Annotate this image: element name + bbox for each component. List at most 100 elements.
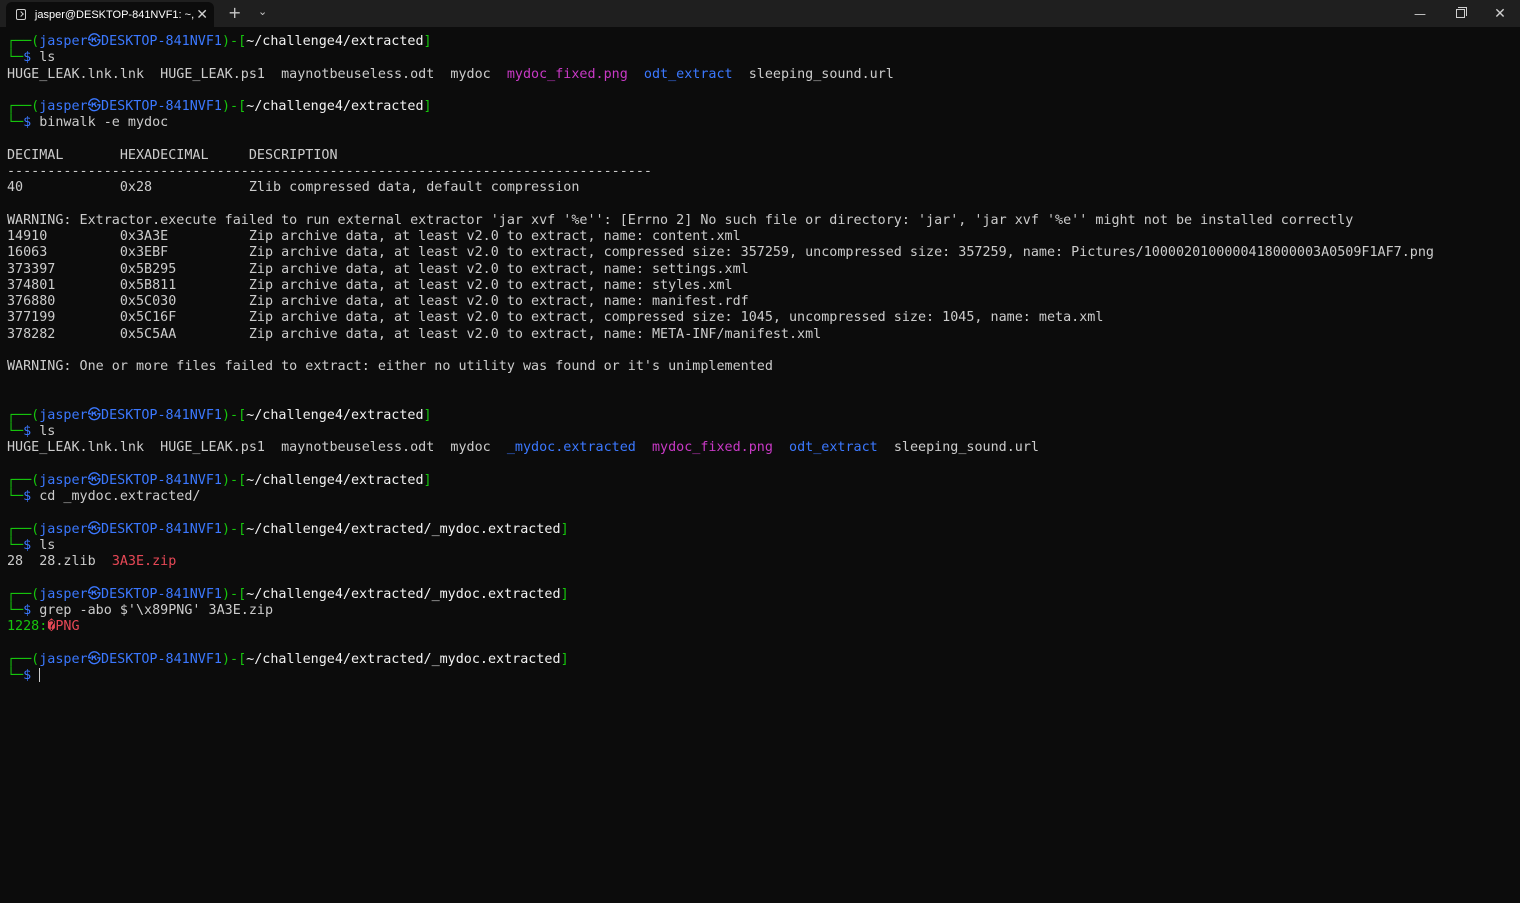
grep-offset: 1228:: [7, 619, 48, 634]
terminal-tab[interactable]: jasper@DESKTOP-841NVF1: ~, ✕: [6, 2, 214, 27]
prompt-open: ┌──(: [7, 651, 40, 667]
binwalk-rule: ----------------------------------------…: [7, 164, 652, 179]
prompt-path: ~/challenge4/extracted: [246, 34, 424, 49]
prompt-dollar: $: [23, 667, 40, 683]
file-directory: odt_extract: [643, 66, 733, 82]
ls-output: HUGE_LEAK.lnk.lnk HUGE_LEAK.ps1 maynotbe…: [7, 67, 1520, 83]
prompt-mid: )-[: [221, 472, 247, 488]
command-text: ls: [39, 537, 56, 553]
prompt-host: DESKTOP-841NVF1: [101, 407, 222, 423]
tab-title: jasper@DESKTOP-841NVF1: ~,: [34, 8, 195, 21]
file-list: sleeping_sound.url: [877, 440, 1039, 456]
prompt-close: ]: [560, 521, 569, 537]
file-directory: odt_extract: [789, 440, 878, 456]
command-input-line[interactable]: └─$: [7, 667, 1520, 684]
prompt-line: ┌──(jasper㉿DESKTOP-841NVF1)-[~/challenge…: [7, 99, 1520, 115]
prompt-at: ㉿: [87, 99, 102, 114]
close-window-button[interactable]: ✕: [1480, 0, 1520, 27]
close-window-icon: ✕: [1494, 5, 1506, 22]
binwalk-row: 376880 0x5C030 Zip archive data, at leas…: [7, 294, 749, 309]
prompt-line: ┌──(jasper㉿DESKTOP-841NVF1)-[~/challenge…: [7, 522, 1520, 538]
prompt-path: ~/challenge4/extracted: [246, 99, 424, 114]
prompt-user: jasper: [39, 651, 88, 667]
prompt-open: ┌──(: [7, 472, 40, 488]
minimize-button[interactable]: —: [1400, 0, 1440, 27]
prompt-close: ]: [423, 34, 432, 49]
prompt-corner: └─: [7, 667, 24, 683]
chevron-down-icon[interactable]: ⌄: [258, 5, 267, 18]
file-archive: 3A3E.zip: [111, 554, 177, 569]
prompt-close: ]: [423, 472, 432, 488]
file-image: mydoc_fixed.png: [506, 66, 628, 82]
prompt-user: jasper: [39, 586, 88, 602]
prompt-corner: └─: [7, 50, 24, 66]
prompt-open: ┌──(: [7, 521, 40, 537]
title-bar: jasper@DESKTOP-841NVF1: ~, ✕ + ⌄ — ✕: [0, 0, 1520, 27]
binwalk-row: 378282 0x5C5AA Zip archive data, at leas…: [7, 326, 822, 342]
prompt-mid: )-[: [221, 651, 247, 667]
grep-match: �PNG: [47, 619, 80, 634]
prompt-mid: )-[: [221, 586, 247, 602]
prompt-dollar: $: [23, 115, 40, 131]
prompt-path: ~/challenge4/extracted/_mydoc.extracted: [246, 651, 561, 667]
prompt-open: ┌──(: [7, 34, 40, 49]
file-list: HUGE_LEAK.lnk.lnk HUGE_LEAK.ps1 maynotbe…: [7, 440, 507, 456]
prompt-host: DESKTOP-841NVF1: [101, 472, 222, 488]
prompt-host: DESKTOP-841NVF1: [101, 586, 222, 602]
command-text: grep -abo $'\x89PNG' 3A3E.zip: [39, 602, 274, 618]
prompt-corner: └─: [7, 489, 24, 504]
ls-output: 28 28.zlib 3A3E.zip: [7, 554, 1520, 570]
warning-line: WARNING: One or more files failed to ext…: [7, 359, 773, 374]
prompt-line: ┌──(jasper㉿DESKTOP-841NVF1)-[~/challenge…: [7, 587, 1520, 603]
command-line: └─$ ls: [7, 538, 1520, 554]
binwalk-row: 16063 0x3EBF Zip archive data, at least …: [7, 245, 1434, 261]
prompt-at: ㉿: [87, 407, 102, 423]
prompt-user: jasper: [39, 99, 88, 114]
prompt-close: ]: [560, 651, 569, 667]
command-line: └─$ cd _mydoc.extracted/: [7, 489, 1520, 505]
command-line: └─$ binwalk -e mydoc: [7, 115, 1520, 131]
prompt-host: DESKTOP-841NVF1: [101, 651, 222, 667]
prompt-line: ┌──(jasper㉿DESKTOP-841NVF1)-[~/challenge…: [7, 34, 1520, 50]
file-list: 28 28.zlib: [7, 554, 112, 569]
prompt-close: ]: [423, 99, 432, 114]
command-text: ls: [39, 424, 56, 439]
minimize-icon: —: [1414, 6, 1426, 21]
command-line: └─$ grep -abo $'\x89PNG' 3A3E.zip: [7, 603, 1520, 619]
close-icon[interactable]: ✕: [194, 6, 210, 23]
plus-icon[interactable]: +: [228, 3, 241, 22]
prompt-corner: └─: [7, 115, 24, 131]
prompt-user: jasper: [39, 472, 88, 488]
binwalk-row: 374801 0x5B811 Zip archive data, at leas…: [7, 277, 733, 293]
separator: [773, 440, 789, 455]
maximize-button[interactable]: [1440, 0, 1480, 27]
prompt-at: ㉿: [87, 586, 102, 602]
prompt-host: DESKTOP-841NVF1: [101, 99, 222, 114]
prompt-open: ┌──(: [7, 586, 40, 602]
ls-output: HUGE_LEAK.lnk.lnk HUGE_LEAK.ps1 maynotbe…: [7, 440, 1520, 456]
prompt-at: ㉿: [87, 521, 102, 537]
separator: [628, 67, 644, 82]
prompt-user: jasper: [39, 34, 88, 49]
prompt-open: ┌──(: [7, 407, 40, 423]
binwalk-row: 14910 0x3A3E Zip archive data, at least …: [7, 229, 741, 244]
command-text: binwalk -e mydoc: [39, 115, 169, 131]
prompt-at: ㉿: [87, 651, 102, 667]
prompt-corner: └─: [7, 537, 24, 553]
command-line: └─$ ls: [7, 50, 1520, 66]
terminal-output[interactable]: ┌──(jasper㉿DESKTOP-841NVF1)-[~/challenge…: [7, 34, 1520, 684]
separator: [636, 440, 652, 455]
prompt-dollar: $: [23, 489, 40, 504]
prompt-corner: └─: [7, 602, 24, 618]
prompt-line: ┌──(jasper㉿DESKTOP-841NVF1)-[~/challenge…: [7, 652, 1520, 668]
warning-line: WARNING: Extractor.execute failed to run…: [7, 212, 1354, 228]
command-text: ls: [39, 50, 56, 66]
